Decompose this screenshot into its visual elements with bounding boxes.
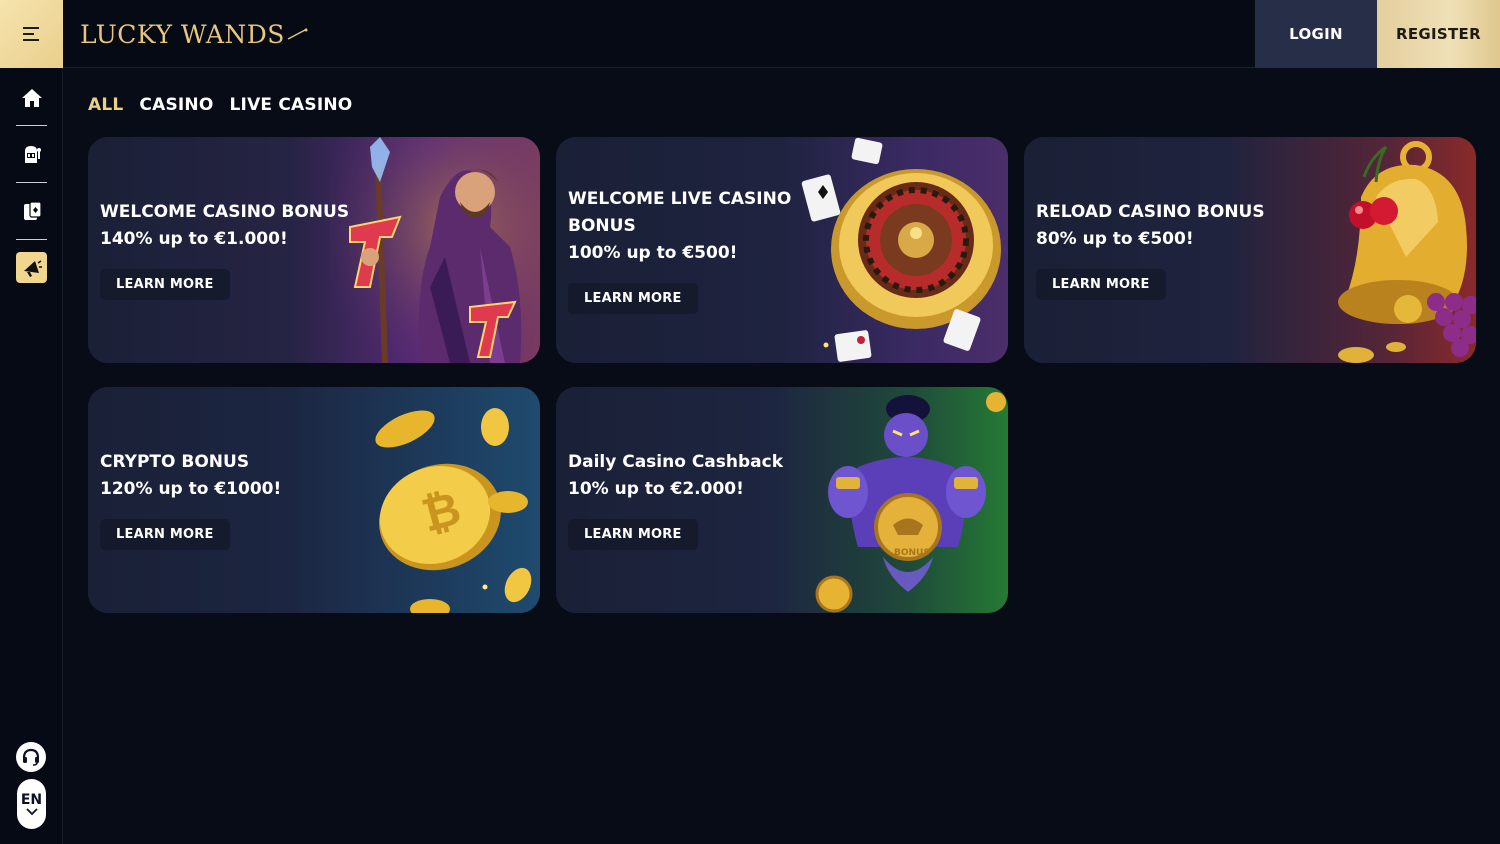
- live-casino-cards-icon: [23, 200, 42, 220]
- slot-machine-icon: [24, 145, 41, 163]
- roulette-wheel-art: [801, 137, 1001, 362]
- promo-subtitle: 140% up to €1.000!: [100, 229, 288, 249]
- sidebar-item-live-casino[interactable]: [16, 195, 47, 226]
- support-button[interactable]: [16, 742, 46, 772]
- promo-title: Daily Casino Cashback: [568, 452, 784, 472]
- promo-card-crypto[interactable]: ₿ CRYPTO BONUS 120% up to €1000! LEARN M…: [88, 387, 540, 613]
- promo-title: RELOAD CASINO BONUS: [1036, 202, 1265, 222]
- learn-more-button[interactable]: LEARN MORE: [100, 519, 230, 550]
- sidebar-divider: [16, 182, 47, 183]
- promo-subtitle: 80% up to €500!: [1036, 229, 1194, 249]
- promo-subtitle: 10% up to €2.000!: [568, 479, 744, 499]
- logo-text: LUCKY WANDS: [80, 19, 285, 49]
- home-icon: [21, 88, 42, 107]
- learn-more-button[interactable]: LEARN MORE: [568, 283, 698, 314]
- bitcoin-coins-art: ₿: [375, 408, 532, 613]
- promo-title: CRYPTO BONUS: [100, 452, 250, 472]
- learn-more-button[interactable]: LEARN MORE: [568, 519, 698, 550]
- promo-card-reload-casino[interactable]: RELOAD CASINO BONUS 80% up to €500! LEAR…: [1024, 137, 1476, 363]
- chevron-down-icon: [25, 808, 38, 816]
- sidebar-divider: [16, 125, 47, 126]
- login-button[interactable]: LOGIN: [1255, 0, 1377, 68]
- promo-text: RELOAD CASINO BONUS 80% up to €500! LEAR…: [1036, 199, 1296, 300]
- promo-title: WELCOME LIVE CASINO BONUS: [568, 189, 792, 236]
- site-logo[interactable]: LUCKY WANDS: [80, 14, 309, 54]
- headset-icon: [22, 748, 40, 766]
- promo-text: WELCOME LIVE CASINO BONUS 100% up to €50…: [568, 186, 828, 314]
- promo-title: WELCOME CASINO BONUS: [100, 202, 350, 222]
- promotions-megaphone-icon: [23, 259, 42, 277]
- hamburger-icon: [22, 27, 39, 41]
- sidebar: EN: [0, 68, 63, 844]
- sidebar-item-home[interactable]: [16, 82, 47, 113]
- sidebar-item-casino[interactable]: [16, 138, 47, 169]
- tab-casino[interactable]: CASINO: [139, 95, 213, 119]
- learn-more-button[interactable]: LEARN MORE: [100, 269, 230, 300]
- promotion-filter-tabs: ALL CASINO LIVE CASINO: [88, 95, 352, 119]
- svg-text:BONUS: BONUS: [894, 548, 930, 558]
- top-bar: LUCKY WANDS LOGIN REGISTER: [0, 0, 1500, 68]
- language-selector[interactable]: EN: [17, 779, 46, 829]
- promo-card-daily-cashback[interactable]: BONUS Daily Casino Cashback 10% up to €2…: [556, 387, 1008, 613]
- learn-more-button[interactable]: LEARN MORE: [1036, 269, 1166, 300]
- language-label: EN: [20, 792, 43, 808]
- genie-with-bonus-coin-art: BONUS: [815, 392, 1006, 613]
- promo-text: Daily Casino Cashback 10% up to €2.000! …: [568, 449, 828, 550]
- promo-card-welcome-live-casino[interactable]: WELCOME LIVE CASINO BONUS 100% up to €50…: [556, 137, 1008, 363]
- promo-card-welcome-casino[interactable]: WELCOME CASINO BONUS 140% up to €1.000! …: [88, 137, 540, 363]
- tab-live-casino[interactable]: LIVE CASINO: [230, 95, 353, 119]
- promo-text: WELCOME CASINO BONUS 140% up to €1.000! …: [100, 199, 360, 300]
- promo-subtitle: 100% up to €500!: [568, 243, 738, 263]
- sidebar-item-promotions[interactable]: [16, 252, 47, 283]
- tab-all[interactable]: ALL: [88, 95, 123, 119]
- promo-text: CRYPTO BONUS 120% up to €1000! LEARN MOR…: [100, 449, 360, 550]
- menu-toggle-button[interactable]: [0, 0, 63, 68]
- wizard-with-staff-art: [330, 137, 540, 363]
- wand-icon: [287, 28, 308, 40]
- promo-subtitle: 120% up to €1000!: [100, 479, 282, 499]
- golden-bell-cherries-art: [1338, 141, 1476, 363]
- register-button[interactable]: REGISTER: [1377, 0, 1500, 68]
- sidebar-divider: [16, 239, 47, 240]
